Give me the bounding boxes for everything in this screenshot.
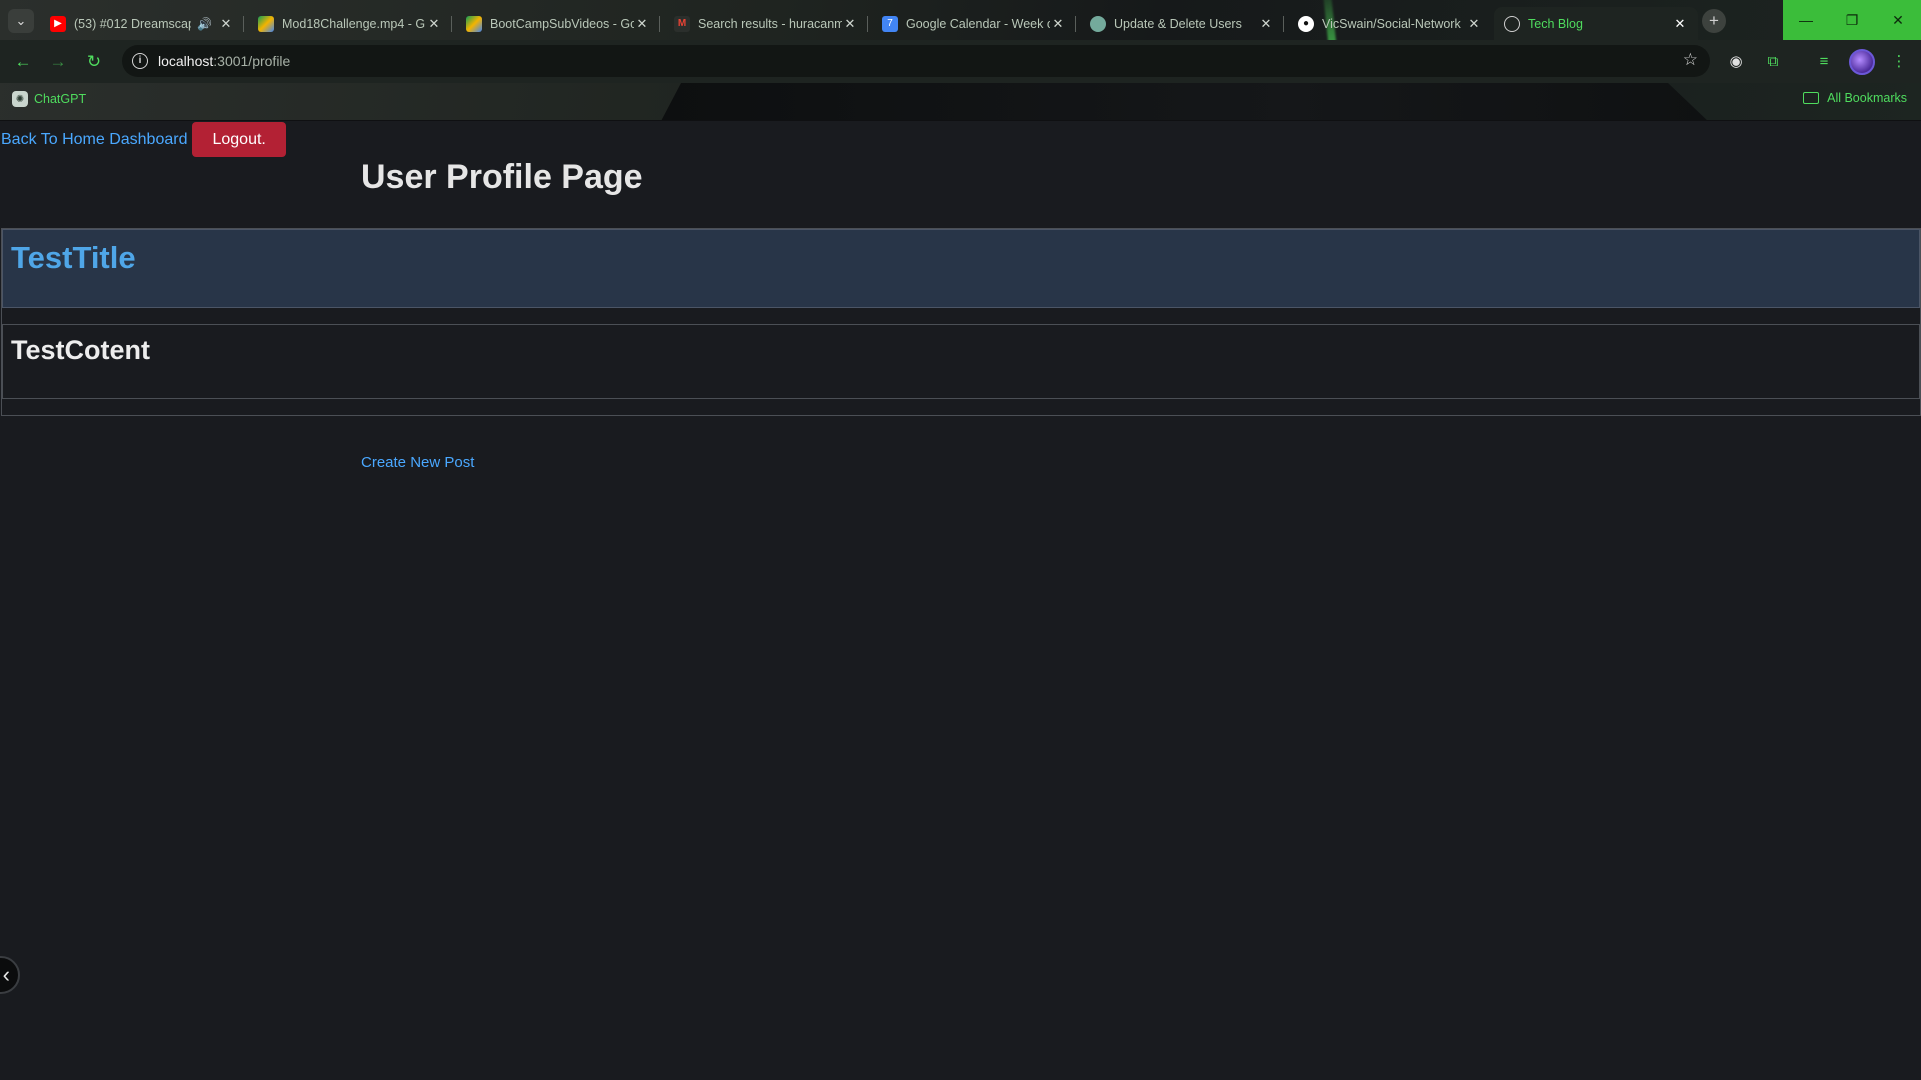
browser-toolbar: ← → ↻ i localhost:3001/profile ☆ ◉ ⧉ ≡ ⋮: [0, 40, 1921, 83]
profile-avatar[interactable]: [1849, 49, 1875, 75]
all-bookmarks-button[interactable]: All Bookmarks: [1803, 91, 1907, 105]
tab-gmail[interactable]: M Search results - huracanm ✕: [664, 7, 868, 40]
close-window-button[interactable]: ✕: [1875, 0, 1921, 40]
tab-drive-mod18[interactable]: Mod18Challenge.mp4 - G ✕: [248, 7, 452, 40]
post-card: TestTitle TestCotent: [1, 228, 1921, 416]
forward-arrow-icon[interactable]: →: [47, 51, 69, 73]
extension-icon[interactable]: ◉: [1725, 51, 1747, 73]
post-header: TestTitle: [2, 229, 1920, 308]
tab-title: Google Calendar - Week o: [906, 16, 1050, 31]
tab-title: Tech Blog: [1528, 16, 1583, 31]
bookmark-star-icon[interactable]: ☆: [1683, 50, 1698, 70]
post-content: TestCotent: [11, 335, 150, 365]
extensions-puzzle-icon[interactable]: ⧉: [1762, 51, 1784, 73]
google-drive-icon: [258, 15, 274, 32]
chevron-left-icon[interactable]: ‹: [0, 956, 20, 994]
back-arrow-icon[interactable]: ←: [12, 51, 34, 73]
tab-chatgpt[interactable]: Update & Delete Users ✕: [1080, 7, 1284, 40]
tab-title: VicSwain/Social-Network: [1322, 16, 1461, 31]
close-icon[interactable]: ✕: [218, 16, 234, 32]
tab-title: (53) #012 Dreamscape: [74, 16, 192, 31]
tab-strip: ⌄ ▶ (53) #012 Dreamscape 🔊 ✕ Mod18Challe…: [0, 0, 1921, 40]
tab-title: Search results - huracanm: [698, 16, 842, 31]
bookmarks-bar: ✺ ChatGPT All Bookmarks: [0, 86, 1921, 114]
tab-search-button[interactable]: ⌄: [8, 9, 34, 33]
close-icon[interactable]: ✕: [842, 16, 858, 32]
close-icon[interactable]: ✕: [634, 16, 650, 32]
google-calendar-icon: 7: [882, 15, 898, 32]
folder-icon: [1803, 92, 1820, 104]
globe-icon: [1504, 15, 1520, 32]
tab-github[interactable]: ● VicSwain/Social-Network ✕: [1288, 7, 1492, 40]
gmail-icon: M: [674, 15, 690, 32]
tab-tech-blog[interactable]: Tech Blog ✕: [1494, 7, 1698, 40]
logout-button[interactable]: Logout.: [192, 122, 286, 157]
chatgpt-icon: [1090, 15, 1106, 32]
tab-title: Mod18Challenge.mp4 - G: [282, 16, 426, 31]
address-bar[interactable]: i localhost:3001/profile ☆: [122, 45, 1710, 77]
tab-youtube[interactable]: ▶ (53) #012 Dreamscape 🔊 ✕: [40, 7, 244, 40]
page-title: User Profile Page: [361, 158, 643, 196]
chatgpt-icon: ✺: [12, 91, 28, 107]
post-list: TestTitle TestCotent: [1, 228, 1921, 416]
restore-button[interactable]: ❐: [1829, 0, 1875, 40]
close-icon[interactable]: ✕: [426, 16, 442, 32]
url-text[interactable]: localhost:3001/profile: [158, 53, 290, 69]
speaker-icon[interactable]: 🔊: [197, 17, 212, 31]
minimize-button[interactable]: —: [1783, 0, 1829, 40]
post-body: TestCotent: [2, 324, 1920, 399]
tab-title: Update & Delete Users: [1114, 16, 1242, 31]
post-title[interactable]: TestTitle: [11, 240, 136, 276]
new-tab-button[interactable]: +: [1702, 9, 1726, 33]
create-new-post-link[interactable]: Create New Post: [361, 454, 474, 471]
more-menu-icon[interactable]: ⋮: [1888, 51, 1910, 73]
close-icon[interactable]: ✕: [1258, 16, 1274, 32]
tab-drive-bootcamp[interactable]: BootCampSubVideos - Go ✕: [456, 7, 660, 40]
google-drive-icon: [466, 15, 482, 32]
close-icon[interactable]: ✕: [1672, 16, 1688, 32]
tab-google-calendar[interactable]: 7 Google Calendar - Week o ✕: [872, 7, 1076, 40]
youtube-icon: ▶: [50, 15, 66, 32]
github-icon: ●: [1298, 15, 1314, 32]
site-info-icon[interactable]: i: [132, 53, 148, 69]
top-nav: Back To Home Dashboard Logout.: [0, 121, 286, 158]
page-content: Back To Home Dashboard Logout. User Prof…: [0, 121, 1921, 1080]
close-icon[interactable]: ✕: [1466, 16, 1482, 32]
reload-icon[interactable]: ↻: [83, 51, 105, 73]
browser-chrome: ⌄ ▶ (53) #012 Dreamscape 🔊 ✕ Mod18Challe…: [0, 0, 1921, 121]
tab-title: BootCampSubVideos - Go: [490, 16, 634, 31]
bookmark-chatgpt[interactable]: ✺ ChatGPT: [12, 91, 86, 107]
reading-list-icon[interactable]: ≡: [1813, 51, 1835, 73]
close-icon[interactable]: ✕: [1050, 16, 1066, 32]
home-dashboard-link[interactable]: Back To Home Dashboard: [1, 131, 187, 149]
